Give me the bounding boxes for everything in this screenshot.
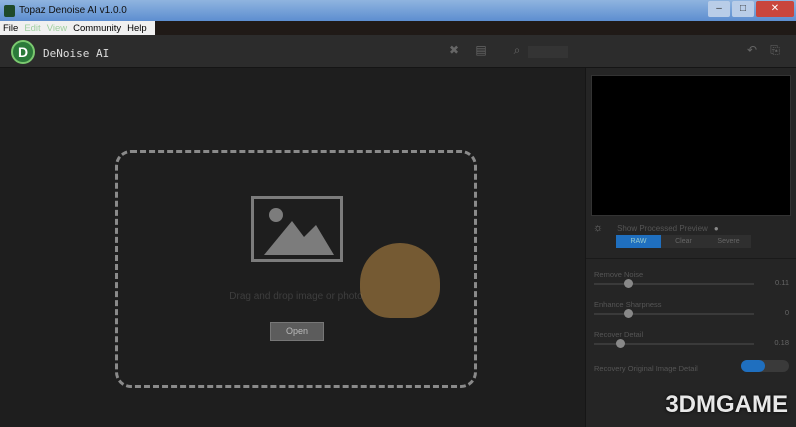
menu-help[interactable]: Help	[124, 23, 150, 34]
slider-thumb[interactable]	[624, 309, 633, 318]
slider-label: Remove Noise	[594, 270, 644, 279]
minimize-button[interactable]: –	[708, 1, 730, 17]
recovery-toggle[interactable]	[741, 360, 789, 372]
image-placeholder-icon	[251, 196, 343, 262]
slider-thumb[interactable]	[616, 339, 625, 348]
window-title: Topaz Denoise AI v1.0.0	[19, 5, 127, 16]
right-panel: ☼ Show Processed Preview ● RAW Clear Sev…	[585, 68, 796, 427]
enhance-sharpness-slider[interactable]: Enhance Sharpness 0	[594, 300, 789, 318]
image-canvas: Drag and drop image or photo Open	[0, 68, 585, 427]
zoom-level-field[interactable]	[528, 46, 568, 58]
navigator-preview	[591, 75, 791, 216]
menu-view[interactable]: View	[44, 23, 70, 34]
slider-value: 0	[784, 308, 789, 317]
toggle-label: Recovery Original Image Detail	[594, 364, 698, 373]
tab-clear[interactable]: Clear	[661, 235, 706, 248]
menu-file[interactable]: File	[0, 23, 21, 34]
remove-noise-slider[interactable]: Remove Noise 0.11	[594, 270, 789, 288]
zoom-icon[interactable]: ⌕	[510, 43, 524, 57]
open-button[interactable]: Open	[270, 322, 324, 341]
recovery-toggle-row: Recovery Original Image Detail	[594, 360, 789, 373]
crop-icon[interactable]: ✖	[447, 43, 461, 57]
slider-value: 0.18	[774, 338, 789, 347]
close-button[interactable]: ✕	[756, 1, 794, 17]
watermark-mascot	[360, 243, 440, 318]
tab-raw[interactable]: RAW	[616, 235, 661, 248]
menu-bar-fill	[155, 21, 796, 35]
slider-label: Recover Detail	[594, 330, 644, 339]
app-name: DeNoise AI	[43, 47, 110, 60]
tab-severe[interactable]: Severe	[706, 235, 751, 248]
undo-icon[interactable]: ↶	[745, 43, 759, 57]
title-bar: Topaz Denoise AI v1.0.0 – □ ✕	[0, 0, 796, 21]
compare-view-icon[interactable]: ▤	[474, 43, 488, 57]
preview-label: Show Processed Preview	[617, 223, 708, 233]
help-icon[interactable]: ●	[714, 224, 719, 233]
menu-bar: File Edit View Community Help	[0, 21, 155, 35]
slider-thumb[interactable]	[624, 279, 633, 288]
recover-detail-slider[interactable]: Recover Detail 0.18	[594, 330, 789, 348]
app-icon	[4, 4, 15, 17]
denoise-logo-icon: D	[11, 40, 35, 64]
divider	[586, 258, 796, 259]
toolbar: D DeNoise AI ✖ ▤ ⌕ ↶ ⎘	[0, 35, 796, 68]
model-tabs: RAW Clear Severe	[616, 235, 751, 248]
preview-toggle-icon[interactable]: ☼	[593, 222, 603, 234]
maximize-button[interactable]: □	[732, 1, 754, 17]
watermark: 3DMGAME	[665, 391, 788, 418]
slider-value: 0.11	[774, 278, 789, 287]
save-icon[interactable]: ⎘	[768, 43, 782, 57]
menu-community[interactable]: Community	[70, 23, 124, 34]
menu-edit[interactable]: Edit	[21, 23, 43, 34]
slider-label: Enhance Sharpness	[594, 300, 662, 309]
